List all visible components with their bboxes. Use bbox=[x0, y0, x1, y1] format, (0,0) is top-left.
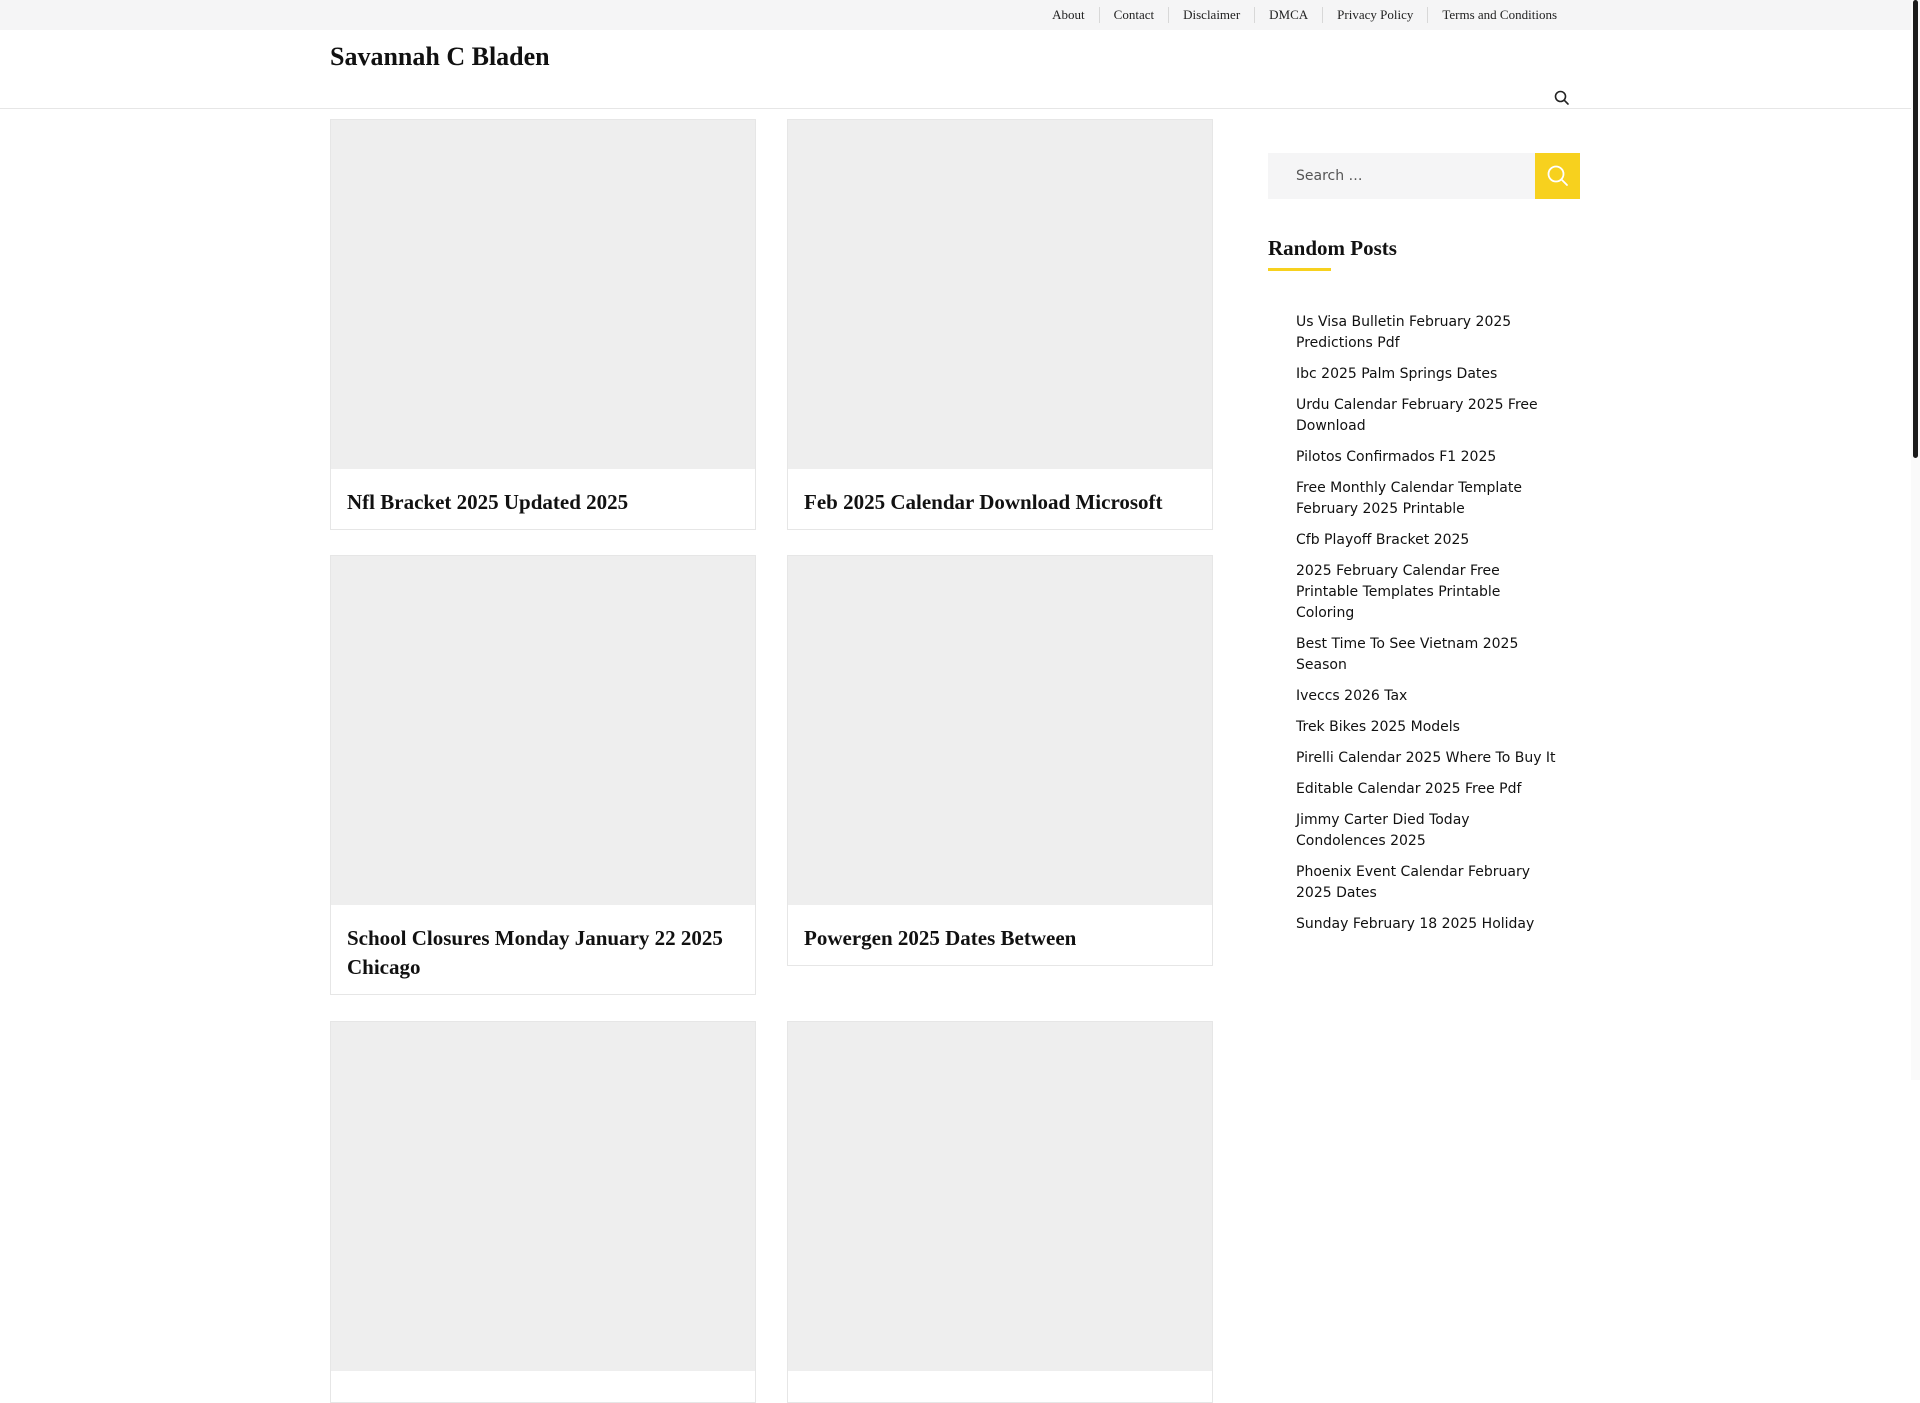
post-title[interactable]: School Closures Monday January 22 2025 C… bbox=[331, 905, 755, 994]
post-title[interactable] bbox=[331, 1371, 755, 1402]
post-thumbnail[interactable] bbox=[331, 556, 755, 905]
post-card: Feb 2025 Calendar Download Microsoft bbox=[787, 119, 1213, 530]
top-nav-disclaimer[interactable]: Disclaimer bbox=[1168, 7, 1254, 23]
post-thumbnail[interactable] bbox=[331, 120, 755, 469]
random-post-link[interactable]: Free Monthly Calendar Template February … bbox=[1296, 478, 1558, 520]
search-icon bbox=[1547, 165, 1568, 186]
random-posts-list: Us Visa Bulletin February 2025 Predictio… bbox=[1296, 312, 1558, 945]
heading-underline bbox=[1268, 268, 1331, 271]
top-bar: About Contact Disclaimer DMCA Privacy Po… bbox=[0, 0, 1911, 30]
post-title[interactable]: Nfl Bracket 2025 Updated 2025 bbox=[331, 469, 755, 529]
page-scrollbar[interactable] bbox=[1911, 0, 1920, 1080]
random-post-link[interactable]: Ibc 2025 Palm Springs Dates bbox=[1296, 364, 1558, 385]
post-thumbnail[interactable] bbox=[331, 1022, 755, 1371]
random-posts-heading: Random Posts bbox=[1268, 236, 1397, 260]
top-nav-about[interactable]: About bbox=[1038, 7, 1099, 23]
top-nav-privacy-policy[interactable]: Privacy Policy bbox=[1322, 7, 1427, 23]
random-post-link[interactable]: Urdu Calendar February 2025 Free Downloa… bbox=[1296, 395, 1558, 437]
sidebar-search-form bbox=[1268, 153, 1580, 199]
post-thumbnail[interactable] bbox=[788, 1022, 1212, 1371]
site-title[interactable]: Savannah C Bladen bbox=[330, 42, 550, 72]
post-thumbnail[interactable] bbox=[788, 120, 1212, 469]
top-nav-dmca[interactable]: DMCA bbox=[1254, 7, 1322, 23]
post-thumbnail[interactable] bbox=[788, 556, 1212, 905]
search-submit-button[interactable] bbox=[1535, 153, 1580, 199]
random-post-link[interactable]: Pilotos Confirmados F1 2025 bbox=[1296, 447, 1558, 468]
random-post-link[interactable]: Us Visa Bulletin February 2025 Predictio… bbox=[1296, 312, 1558, 354]
random-post-link[interactable]: Sunday February 18 2025 Holiday bbox=[1296, 914, 1558, 935]
top-nav-terms[interactable]: Terms and Conditions bbox=[1427, 7, 1571, 23]
search-input[interactable] bbox=[1268, 153, 1535, 199]
top-nav-contact[interactable]: Contact bbox=[1098, 7, 1168, 23]
search-icon[interactable] bbox=[1552, 88, 1572, 108]
post-card bbox=[787, 1021, 1213, 1403]
post-title[interactable] bbox=[788, 1371, 1212, 1402]
scrollbar-thumb[interactable] bbox=[1913, 0, 1918, 458]
post-card: School Closures Monday January 22 2025 C… bbox=[330, 555, 756, 995]
random-post-link[interactable]: Jimmy Carter Died Today Condolences 2025 bbox=[1296, 810, 1558, 852]
post-card: Powergen 2025 Dates Between bbox=[787, 555, 1213, 966]
random-post-link[interactable]: 2025 February Calendar Free Printable Te… bbox=[1296, 561, 1558, 624]
site-header: Savannah C Bladen bbox=[0, 30, 1911, 109]
post-title[interactable]: Powergen 2025 Dates Between bbox=[788, 905, 1212, 965]
post-title[interactable]: Feb 2025 Calendar Download Microsoft bbox=[788, 469, 1212, 529]
random-post-link[interactable]: Cfb Playoff Bracket 2025 bbox=[1296, 530, 1558, 551]
random-post-link[interactable]: Phoenix Event Calendar February 2025 Dat… bbox=[1296, 862, 1558, 904]
random-post-link[interactable]: Best Time To See Vietnam 2025 Season bbox=[1296, 634, 1558, 676]
random-post-link[interactable]: Trek Bikes 2025 Models bbox=[1296, 717, 1558, 738]
top-navigation: About Contact Disclaimer DMCA Privacy Po… bbox=[1038, 0, 1571, 30]
random-post-link[interactable]: Iveccs 2026 Tax bbox=[1296, 686, 1558, 707]
random-post-link[interactable]: Pirelli Calendar 2025 Where To Buy It bbox=[1296, 748, 1558, 769]
random-post-link[interactable]: Editable Calendar 2025 Free Pdf bbox=[1296, 779, 1558, 800]
post-card bbox=[330, 1021, 756, 1403]
post-card: Nfl Bracket 2025 Updated 2025 bbox=[330, 119, 756, 530]
